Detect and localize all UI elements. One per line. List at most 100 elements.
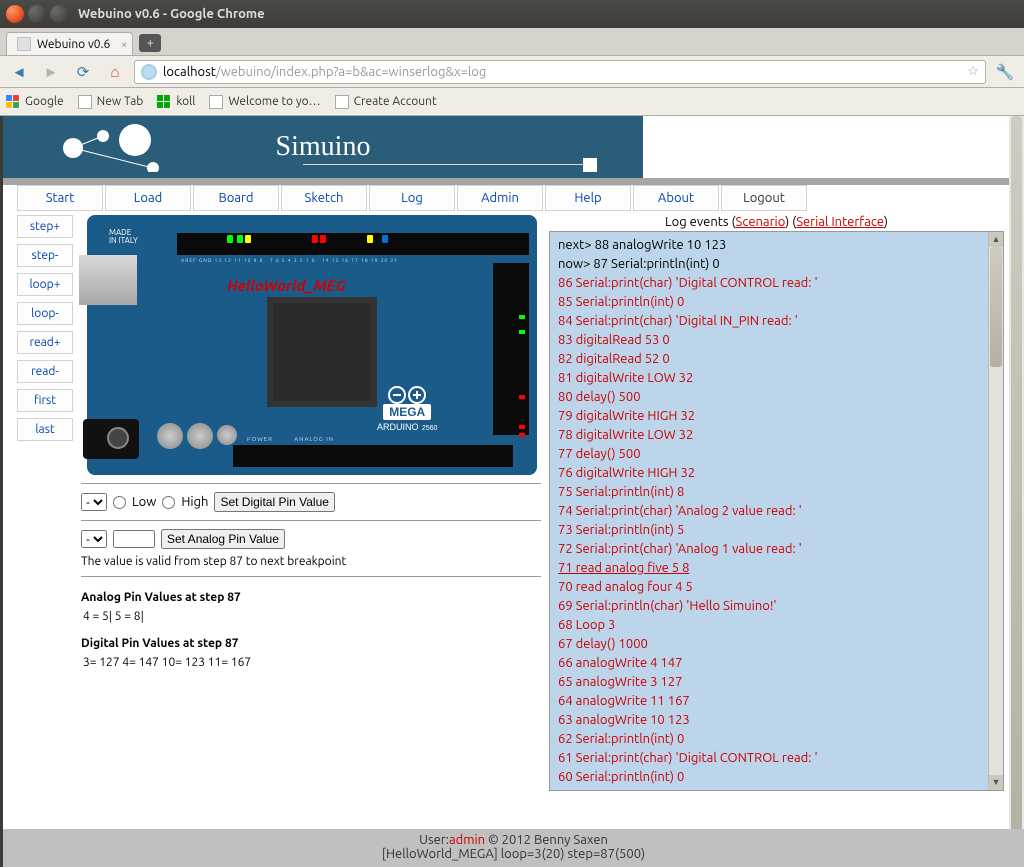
- log-line: 60 Serial:println(int) 0: [558, 768, 995, 787]
- main-nav: Start Load Board Sketch Log Admin Help A…: [3, 185, 1024, 211]
- log-line: 74 Serial:print(char) 'Analog 2 value re…: [558, 502, 995, 521]
- loop-minus-button[interactable]: loop-: [17, 302, 73, 325]
- analog-values: 4 = 5| 5 = 8|: [83, 610, 541, 623]
- log-line: 69 Serial:println(char) 'Hello Simuino!': [558, 597, 995, 616]
- window-maximize-icon[interactable]: [50, 5, 68, 23]
- log-scrollbar[interactable]: ▲ ▼: [988, 232, 1003, 790]
- new-tab-button[interactable]: +: [139, 34, 161, 52]
- read-minus-button[interactable]: read-: [17, 360, 73, 383]
- nav-sketch[interactable]: Sketch: [281, 185, 367, 211]
- bookmark-item[interactable]: New Tab: [78, 95, 144, 109]
- nav-about[interactable]: About: [633, 185, 719, 211]
- tab-title: Webuino v0.6: [37, 38, 110, 51]
- page-footer: User:admin © 2012 Benny Saxen [HelloWorl…: [3, 829, 1024, 867]
- log-line: 81 digitalWrite LOW 32: [558, 369, 995, 388]
- page-icon: [209, 95, 223, 109]
- log-line: 72 Serial:print(char) 'Analog 1 value re…: [558, 540, 995, 559]
- url-bar[interactable]: localhost/webuino/index.php?a=b&ac=winse…: [134, 60, 986, 84]
- browser-tabstrip: Webuino v0.6 × +: [0, 28, 1024, 56]
- arduino-board-image: MADEIN ITALY: [87, 215, 537, 475]
- digital-pin-select[interactable]: -: [81, 493, 107, 511]
- forward-button[interactable]: ►: [38, 59, 64, 85]
- page-icon: [335, 95, 349, 109]
- log-line: next> 88 analogWrite 10 123: [558, 236, 995, 255]
- footer-user: admin: [449, 833, 485, 847]
- log-line: 86 Serial:print(char) 'Digital CONTROL r…: [558, 274, 995, 293]
- high-label: High: [181, 495, 208, 509]
- favicon-icon: [17, 37, 31, 51]
- last-button[interactable]: last: [17, 418, 73, 441]
- nav-log[interactable]: Log: [369, 185, 455, 211]
- browser-toolbar: ◄ ► ⟳ ⌂ localhost/webuino/index.php?a=b&…: [0, 56, 1024, 88]
- log-line: 84 Serial:print(char) 'Digital IN_PIN re…: [558, 312, 995, 331]
- page-icon: [78, 95, 92, 109]
- nav-logout[interactable]: Logout: [721, 185, 807, 211]
- log-line: 67 delay() 1000: [558, 635, 995, 654]
- log-events-panel: next> 88 analogWrite 10 123now> 87 Seria…: [549, 231, 1004, 791]
- read-plus-button[interactable]: read+: [17, 331, 73, 354]
- low-label: Low: [132, 495, 156, 509]
- log-line: 83 digitalRead 53 0: [558, 331, 995, 350]
- analog-pin-select[interactable]: -: [81, 530, 107, 548]
- log-line: 62 Serial:println(int) 0: [558, 730, 995, 749]
- low-radio[interactable]: [113, 496, 126, 509]
- bookmark-star-icon[interactable]: ☆: [967, 64, 979, 79]
- url-path: /webuino/index.php?a=b&ac=winserlog&x=lo…: [216, 65, 486, 79]
- set-analog-button[interactable]: [161, 529, 285, 549]
- log-line: now> 87 Serial:println(int) 0: [558, 255, 995, 274]
- log-line: 77 delay() 500: [558, 445, 995, 464]
- window-close-icon[interactable]: [6, 5, 24, 23]
- log-line: 80 delay() 500: [558, 388, 995, 407]
- nav-admin[interactable]: Admin: [457, 185, 543, 211]
- tab-close-icon[interactable]: ×: [121, 39, 127, 51]
- step-controls: step+ step- loop+ loop- read+ read- firs…: [17, 215, 73, 791]
- high-radio[interactable]: [162, 496, 175, 509]
- log-line: 76 digitalWrite HIGH 32: [558, 464, 995, 483]
- wrench-menu-button[interactable]: 🔧: [992, 59, 1018, 85]
- log-line: 66 analogWrite 4 147: [558, 654, 995, 673]
- step-minus-button[interactable]: step-: [17, 244, 73, 267]
- nav-start[interactable]: Start: [17, 185, 103, 211]
- digital-values: 3= 127 4= 147 10= 123 11= 167: [83, 656, 541, 669]
- url-host: localhost: [163, 65, 216, 79]
- footer-status: [HelloWorld_MEGA] loop=3(20) step=87(500…: [3, 847, 1024, 861]
- back-button[interactable]: ◄: [6, 59, 32, 85]
- log-header: Log events (Scenario) (Serial Interface): [549, 215, 1004, 229]
- sketch-name-overlay: HelloWorld_MEG: [227, 277, 346, 294]
- globe-icon: [141, 64, 157, 80]
- log-line[interactable]: 71 read analog five 5 8: [558, 559, 995, 578]
- nav-help[interactable]: Help: [545, 185, 631, 211]
- bookmark-item[interactable]: Google: [6, 95, 64, 109]
- reload-button[interactable]: ⟳: [70, 59, 96, 85]
- log-line: 73 Serial:println(int) 5: [558, 521, 995, 540]
- window-minimize-icon[interactable]: [28, 5, 46, 23]
- nav-board[interactable]: Board: [193, 185, 279, 211]
- app-title: Simuino: [276, 131, 371, 163]
- home-button[interactable]: ⌂: [102, 59, 128, 85]
- bookmark-item[interactable]: Create Account: [335, 95, 437, 109]
- page-scrollbar[interactable]: [1009, 116, 1024, 867]
- log-line: 82 digitalRead 52 0: [558, 350, 995, 369]
- browser-tab[interactable]: Webuino v0.6 ×: [6, 32, 133, 55]
- koll-icon: [157, 95, 171, 109]
- analog-value-input[interactable]: [113, 530, 155, 548]
- google-icon: [6, 95, 20, 109]
- scenario-link[interactable]: Scenario: [736, 215, 786, 229]
- log-line: 70 read analog four 4 5: [558, 578, 995, 597]
- validity-note: The value is valid from step 87 to next …: [81, 555, 541, 568]
- bookmark-item[interactable]: koll: [157, 95, 195, 109]
- step-plus-button[interactable]: step+: [17, 215, 73, 238]
- log-line: 68 Loop 3: [558, 616, 995, 635]
- nav-load[interactable]: Load: [105, 185, 191, 211]
- log-line: 64 analogWrite 11 167: [558, 692, 995, 711]
- log-line: 63 analogWrite 10 123: [558, 711, 995, 730]
- serial-interface-link[interactable]: Serial Interface: [796, 215, 884, 229]
- log-line: 65 analogWrite 3 127: [558, 673, 995, 692]
- loop-plus-button[interactable]: loop+: [17, 273, 73, 296]
- bookmark-item[interactable]: Welcome to yo…: [209, 95, 320, 109]
- app-header: Simuino: [3, 116, 643, 178]
- analog-values-header: Analog Pin Values at step 87: [81, 591, 541, 604]
- log-line: 61 Serial:print(char) 'Digital CONTROL r…: [558, 749, 995, 768]
- first-button[interactable]: first: [17, 389, 73, 412]
- set-digital-button[interactable]: [214, 492, 335, 512]
